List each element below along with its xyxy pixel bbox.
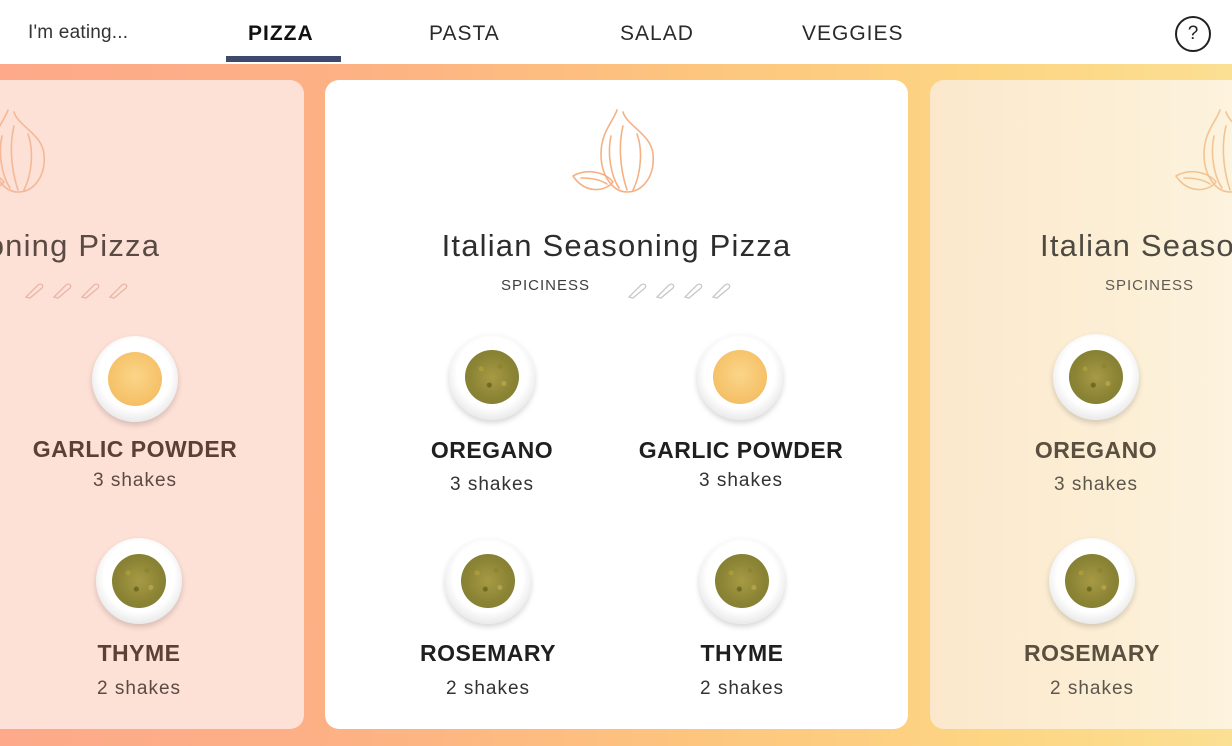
rosemary-bowl-icon — [1049, 538, 1135, 624]
spice-name: GARLIC POWDER — [638, 437, 844, 463]
thyme-bowl-icon — [699, 538, 785, 624]
rosemary-bowl-icon — [445, 538, 531, 624]
recipe-card-current[interactable]: Italian Seasoning Pizza SPICINESS OREGAN… — [325, 80, 908, 729]
tab-pasta[interactable]: PASTA — [429, 22, 500, 64]
spice-amount: 3 shakes — [698, 470, 784, 491]
oregano-bowl-icon — [1053, 334, 1139, 420]
spiciness-label: SPICINESS — [501, 277, 591, 294]
spice-amount: 3 shakes — [449, 474, 535, 495]
help-button[interactable]: ? — [1175, 16, 1211, 52]
tab-salad[interactable]: SALAD — [620, 22, 694, 64]
garlic-icon — [572, 109, 654, 193]
spice-name: ROSEMARY — [419, 640, 557, 666]
spice-name: THYME — [700, 640, 784, 666]
recipe-card-next[interactable]: Italian Seaso SPICINESS OREGANO 3 shakes… — [930, 80, 1232, 729]
spice-amount: 3 shakes — [92, 470, 178, 491]
spice-amount: 2 shakes — [1049, 678, 1135, 699]
thyme-bowl-icon — [96, 538, 182, 624]
spice-name: GARLIC POWDER — [32, 436, 238, 462]
active-tab-indicator — [226, 56, 341, 62]
spice-name: OREGANO — [430, 437, 554, 463]
tab-veggies[interactable]: VEGGIES — [802, 22, 904, 64]
recipe-card-previous[interactable]: soning Pizza GARLIC POWDER 3 shakes THYM… — [0, 80, 304, 729]
garlic-powder-bowl-icon — [92, 336, 178, 422]
spice-amount: 2 shakes — [445, 678, 531, 699]
garlic-icon — [0, 109, 45, 193]
garlic-icon — [1175, 109, 1232, 193]
top-nav-bar: I'm eating... PIZZA PASTA SALAD VEGGIES … — [0, 0, 1232, 64]
recipe-title: Italian Seasoning Pizza — [441, 228, 792, 263]
recipe-title: soning Pizza — [0, 228, 161, 263]
spice-name: THYME — [97, 640, 181, 666]
spiciness-label: SPICINESS — [1105, 277, 1195, 294]
spiciness-peppers-icon — [24, 283, 128, 299]
spice-name: OREGANO — [1034, 437, 1158, 463]
spice-amount: 2 shakes — [96, 678, 182, 699]
eating-prompt: I'm eating... — [28, 22, 129, 43]
spice-amount: 2 shakes — [699, 678, 785, 699]
spice-amount: 3 shakes — [1053, 474, 1139, 495]
oregano-bowl-icon — [449, 334, 535, 420]
garlic-powder-bowl-icon — [697, 334, 783, 420]
help-icon: ? — [1187, 23, 1199, 44]
spice-name: ROSEMARY — [1023, 640, 1161, 666]
spiciness-peppers-icon — [627, 283, 731, 299]
recipe-title: Italian Seaso — [1040, 228, 1232, 263]
